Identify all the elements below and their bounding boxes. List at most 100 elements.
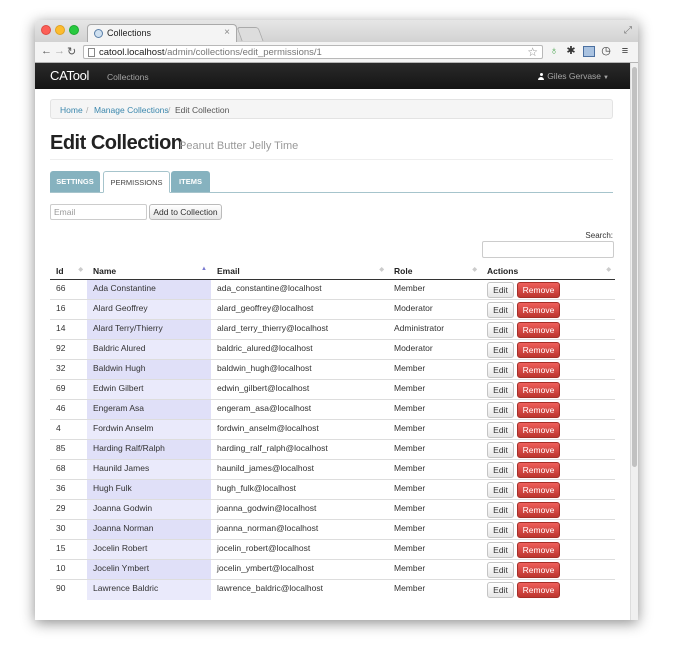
edit-button[interactable]: Edit (487, 422, 514, 438)
browser-tab[interactable]: Collections × (87, 24, 237, 42)
edit-button[interactable]: Edit (487, 582, 514, 598)
cell-name: Baldwin Hugh (87, 359, 211, 380)
cell-actions: Edit Remove (481, 419, 615, 440)
new-tab-button[interactable] (236, 27, 264, 41)
cell-name: Lawrence Baldric (87, 579, 211, 600)
remove-button[interactable]: Remove (517, 282, 560, 298)
breadcrumb-home[interactable]: Home (60, 105, 83, 115)
edit-button[interactable]: Edit (487, 282, 514, 298)
column-header-role[interactable]: Role ◆ (388, 263, 481, 280)
tab-close-icon[interactable]: × (224, 27, 230, 38)
edit-button[interactable]: Edit (487, 502, 514, 518)
cell-role: Member (388, 559, 481, 580)
back-arrow-icon[interactable]: ← (41, 45, 52, 57)
edit-button[interactable]: Edit (487, 382, 514, 398)
remove-button[interactable]: Remove (517, 582, 560, 598)
tab-settings[interactable]: SETTINGS (50, 171, 100, 192)
remove-button[interactable]: Remove (517, 402, 560, 418)
table-row: 15 Jocelin Robert jocelin_robert@localhost… (50, 539, 615, 560)
scrollbar-thumb[interactable] (632, 67, 637, 467)
table-row: 14 Alard Terry/Thierry alard_terry_thierry… (50, 319, 615, 340)
cell-role: Member (388, 459, 481, 480)
remove-button[interactable]: Remove (517, 542, 560, 558)
cell-actions: Edit Remove (481, 279, 615, 300)
edit-button[interactable]: Edit (487, 342, 514, 358)
edit-button[interactable]: Edit (487, 542, 514, 558)
edit-button[interactable]: Edit (487, 462, 514, 478)
window-minimize-button[interactable] (55, 25, 65, 35)
edit-button[interactable]: Edit (487, 402, 514, 418)
bookmark-star-icon[interactable]: ☆ (527, 45, 538, 59)
cell-role: Moderator (388, 339, 481, 360)
window-close-button[interactable] (41, 25, 51, 35)
extension-icon[interactable]: ♁ (548, 45, 560, 58)
remove-button[interactable]: Remove (517, 442, 560, 458)
edit-button[interactable]: Edit (487, 482, 514, 498)
table-row: 30 Joanna Norman joanna_norman@localhost Me… (50, 519, 615, 540)
user-menu[interactable]: Giles Gervase ▼ (538, 71, 609, 81)
remove-button[interactable]: Remove (517, 502, 560, 518)
column-header-email[interactable]: Email ◆ (211, 263, 388, 280)
remove-button[interactable]: Remove (517, 562, 560, 578)
cell-email: harding_ralf_ralph@localhost (211, 439, 388, 460)
nav-link-collections[interactable]: Collections (107, 72, 149, 82)
address-bar[interactable]: catool.localhost/admin/collections/edit_… (83, 45, 543, 59)
email-field[interactable] (50, 204, 147, 220)
cell-role: Member (388, 519, 481, 540)
remove-button[interactable]: Remove (517, 462, 560, 478)
wrench-icon[interactable]: ✱ (565, 45, 577, 58)
tab-permissions[interactable]: PERMISSIONS (103, 171, 170, 193)
remove-button[interactable]: Remove (517, 382, 560, 398)
column-header-name[interactable]: Name ▲ (87, 263, 211, 280)
cell-actions: Edit Remove (481, 439, 615, 460)
remove-button[interactable]: Remove (517, 342, 560, 358)
table-row: 10 Jocelin Ymbert jocelin_ymbert@localhost… (50, 559, 615, 580)
brand-logo[interactable]: CATool (50, 68, 89, 83)
cell-email: engeram_asa@localhost (211, 399, 388, 420)
table-body: 66 Ada Constantine ada_constantine@localho… (50, 279, 615, 600)
reload-icon[interactable]: ↻ (67, 45, 76, 58)
menu-icon[interactable]: ≡ (619, 45, 631, 58)
edit-button[interactable]: Edit (487, 302, 514, 318)
remove-button[interactable]: Remove (517, 482, 560, 498)
cell-actions: Edit Remove (481, 459, 615, 480)
remove-button[interactable]: Remove (517, 422, 560, 438)
cell-id: 32 (50, 359, 87, 380)
remove-button[interactable]: Remove (517, 522, 560, 538)
forward-arrow-icon[interactable]: → (54, 45, 65, 57)
remove-button[interactable]: Remove (517, 322, 560, 338)
page-icon (88, 48, 95, 57)
cell-role: Member (388, 419, 481, 440)
sort-icon: ◆ (472, 267, 477, 273)
edit-button[interactable]: Edit (487, 322, 514, 338)
window-icon[interactable] (583, 46, 595, 57)
scrollbar[interactable] (630, 63, 638, 620)
column-header-id[interactable]: Id ◆ (50, 263, 87, 280)
cell-email: joanna_norman@localhost (211, 519, 388, 540)
clock-icon[interactable]: ◷ (600, 45, 612, 58)
cell-name: Fordwin Anselm (87, 419, 211, 440)
cell-role: Moderator (388, 299, 481, 320)
edit-button[interactable]: Edit (487, 442, 514, 458)
window-maximize-button[interactable] (69, 25, 79, 35)
table-row: 85 Harding Ralf/Ralph harding_ralf_ralph@l… (50, 439, 615, 460)
fullscreen-icon[interactable]: ⤢ (624, 25, 632, 36)
search-label: Search: (585, 231, 613, 240)
remove-button[interactable]: Remove (517, 362, 560, 378)
cell-role: Member (388, 379, 481, 400)
table-row: 46 Engeram Asa engeram_asa@localhost Member… (50, 399, 615, 420)
breadcrumb-manage-collections[interactable]: Manage Collections (94, 105, 169, 115)
cell-name: Edwin Gilbert (87, 379, 211, 400)
edit-button[interactable]: Edit (487, 522, 514, 538)
cell-email: haunild_james@localhost (211, 459, 388, 480)
remove-button[interactable]: Remove (517, 302, 560, 318)
edit-button[interactable]: Edit (487, 562, 514, 578)
cell-role: Member (388, 479, 481, 500)
add-to-collection-button[interactable]: Add to Collection (149, 204, 222, 220)
tab-items[interactable]: ITEMS (171, 171, 210, 192)
cell-actions: Edit Remove (481, 339, 615, 360)
cell-name: Alard Terry/Thierry (87, 319, 211, 340)
column-header-actions[interactable]: Actions ◆ (481, 263, 615, 280)
search-input[interactable] (482, 241, 614, 258)
edit-button[interactable]: Edit (487, 362, 514, 378)
